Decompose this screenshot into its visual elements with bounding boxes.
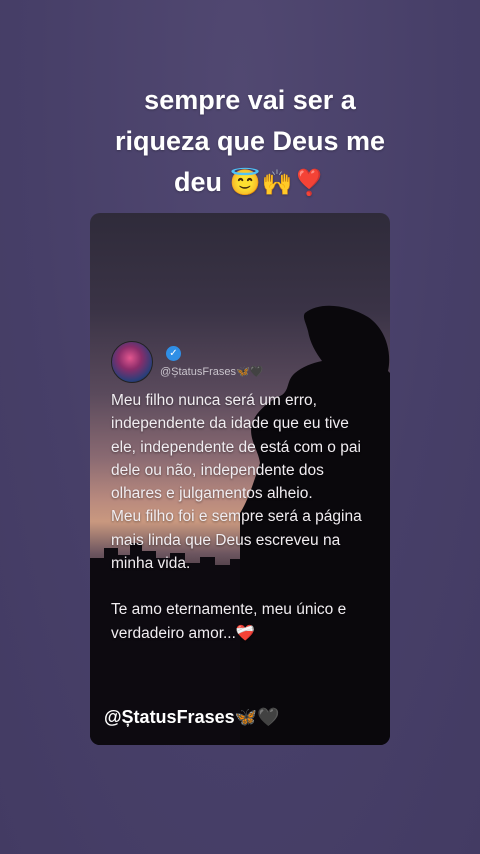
quote-line: verdadeiro amor...❤️‍🩹 [111,624,256,642]
quote-line: olhares e julgamentos alheio. [111,485,313,503]
quote-line: Te amo eternamente, meu único e [111,601,347,619]
headline-line-3: deu 😇🙌❣️ [60,162,440,204]
quote-line: dele ou não, independente dos [111,461,324,479]
story-screen: sempre vai ser a riqueza que Deus me deu… [0,0,480,854]
headline-line-3-text: deu [174,167,223,197]
quote-card[interactable]: ✓ @ȘtatusFrases🦋🖤 Meu filho nunca será u… [90,213,390,745]
quote-line: minha vida. [111,555,191,573]
headline-line-1: sempre vai ser a [144,85,356,115]
headline: sempre vai ser a riqueza que Deus me deu… [60,80,440,204]
quote-line: mais linda que Deus escreveu na [111,531,341,549]
account-handle[interactable]: @ȘtatusFrases🦋🖤 [160,365,263,378]
headline-emoji: 😇🙌❣️ [229,169,326,197]
quote-line: Meu filho nunca será um erro, [111,392,317,409]
quote-text: Meu filho nunca será um erro, independen… [111,389,381,645]
verified-badge-icon: ✓ [166,346,181,361]
quote-line: independente da idade que eu tive [111,415,349,433]
quote-line: ele, independente de está com o pai [111,438,361,456]
quote-line: Meu filho foi e sempre será a página [111,508,362,526]
avatar[interactable] [111,341,153,383]
watermark: @ȘtatusFrases🦋🖤 [104,707,280,727]
headline-line-2: riqueza que Deus me [114,126,386,156]
